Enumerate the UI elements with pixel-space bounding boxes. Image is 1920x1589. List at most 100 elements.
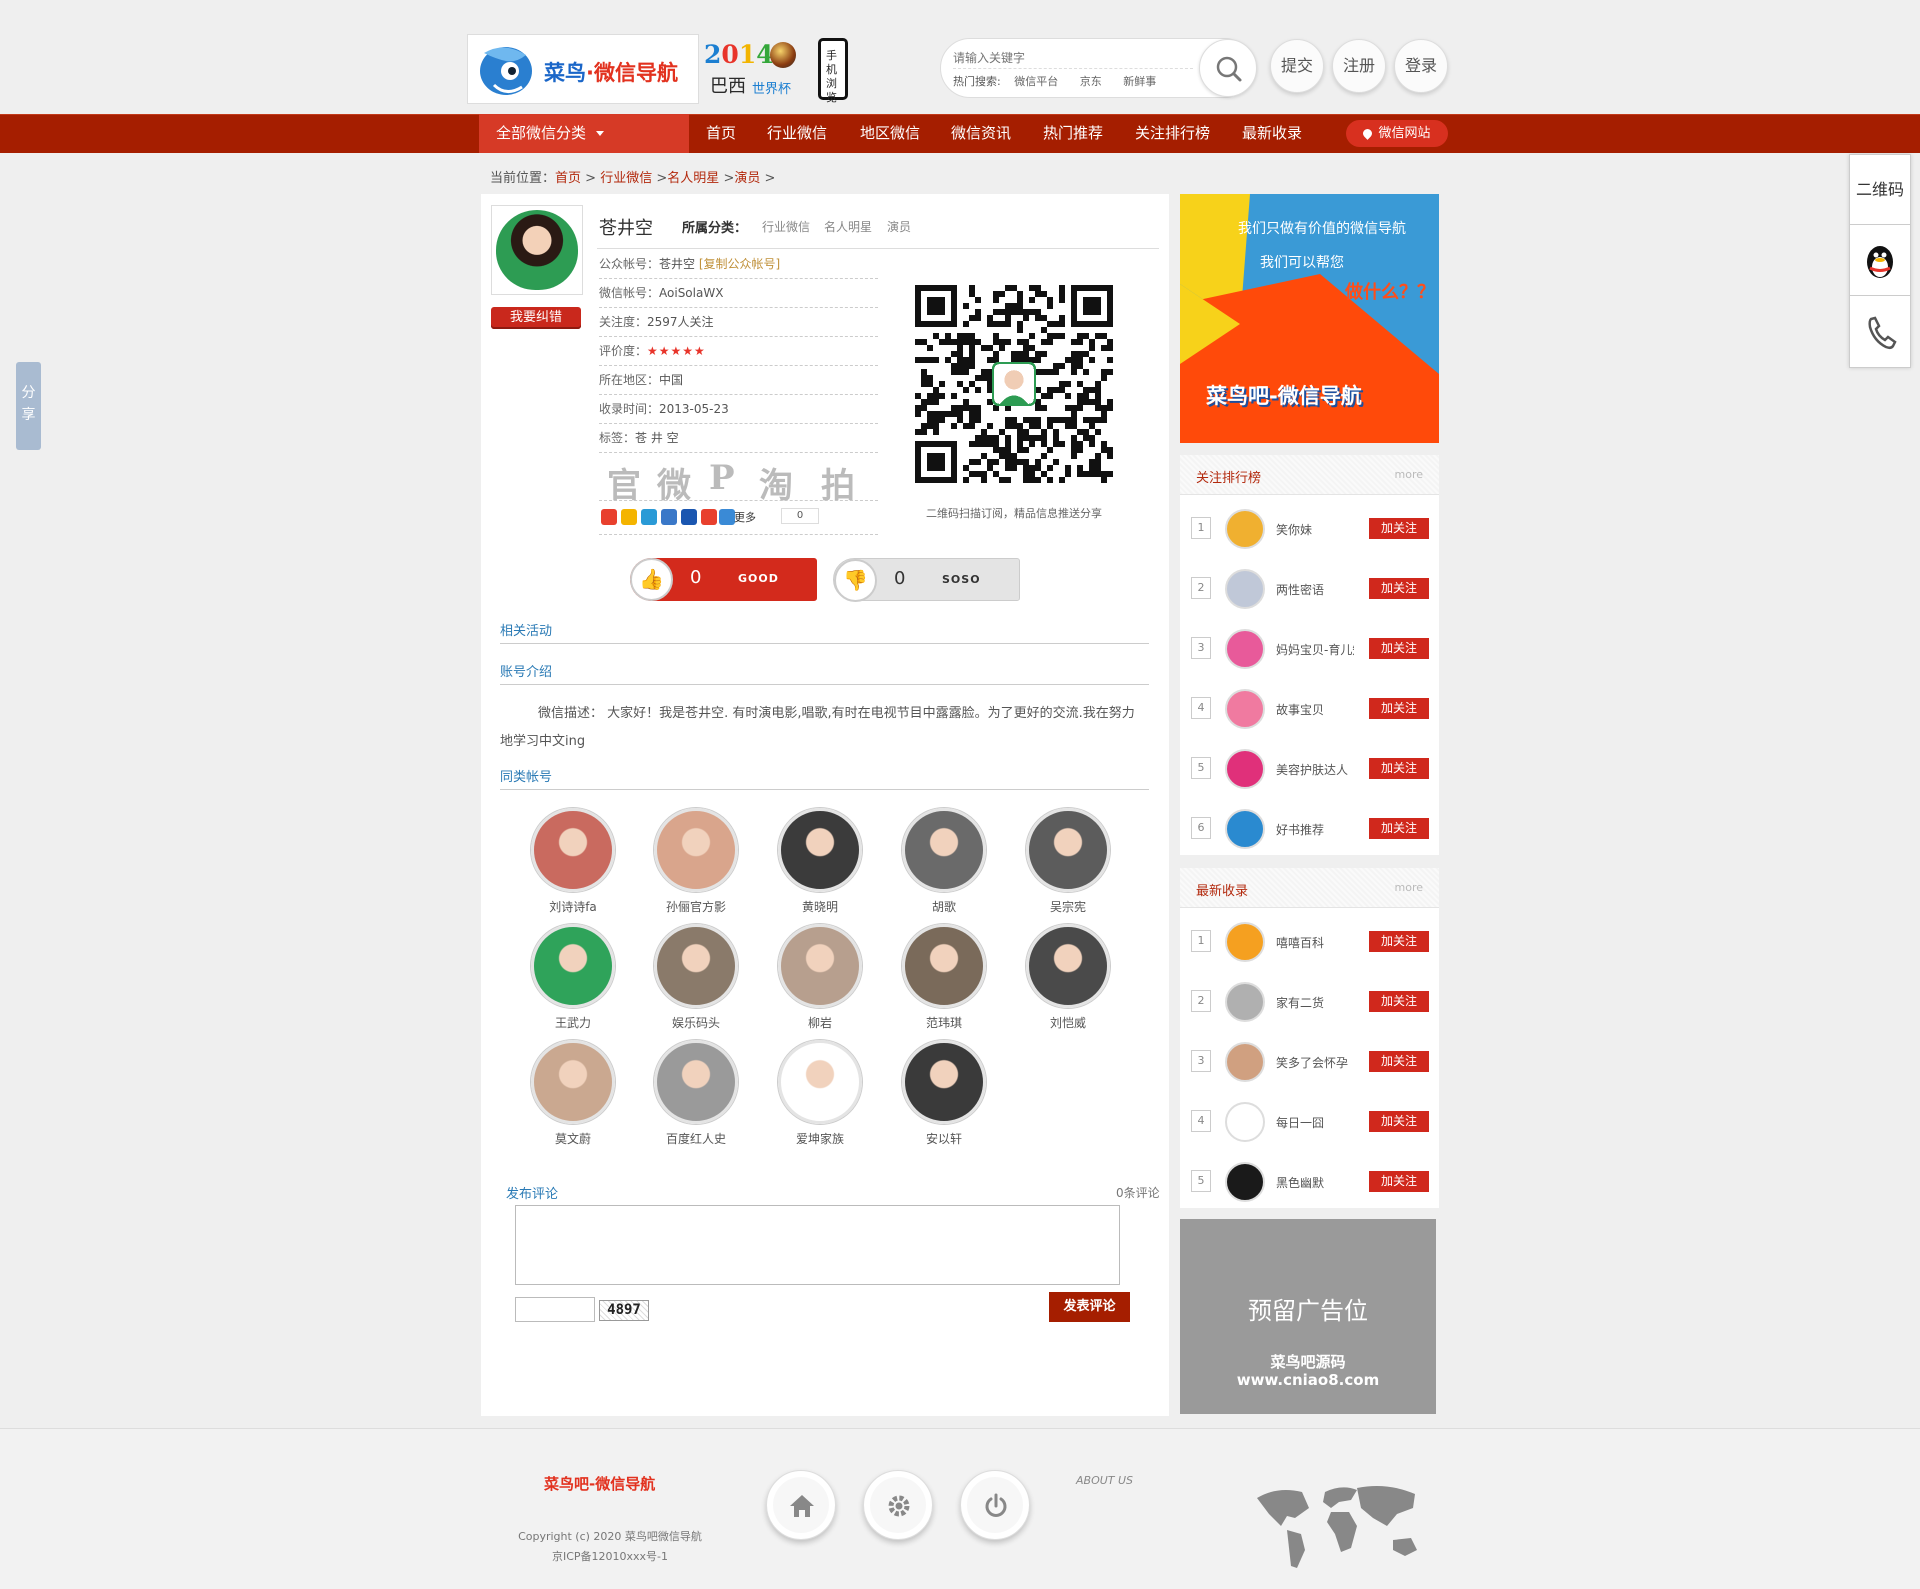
similar-account-item[interactable]: 王武力 bbox=[523, 924, 623, 1031]
good-vote-button[interactable]: 👍 0 GOOD bbox=[630, 558, 817, 601]
copy-account-link[interactable]: [复制公众帐号] bbox=[699, 257, 780, 271]
paipai-icon[interactable]: P bbox=[709, 458, 735, 498]
promo-banner[interactable]: 我们只做有价值的微信导航 我们可以帮您 做什么？？ 菜鸟吧-微信导航 bbox=[1180, 194, 1439, 443]
account-name-small[interactable]: 笑多了会怀孕 bbox=[1276, 1054, 1354, 1071]
follow-button[interactable]: 加关注 bbox=[1369, 1051, 1429, 1072]
similar-account-item[interactable]: 安以轩 bbox=[894, 1040, 994, 1147]
similar-account-item[interactable]: 胡歌 bbox=[894, 808, 994, 915]
nav-item-news[interactable]: 微信资讯 bbox=[951, 114, 1011, 153]
similar-account-item[interactable]: 刘诗诗fa bbox=[523, 808, 623, 915]
site-logo[interactable]: 菜鸟·微信导航 bbox=[467, 34, 699, 104]
more-share-label[interactable]: 更多 bbox=[734, 509, 756, 525]
qr-tab[interactable]: 二维码 bbox=[1850, 155, 1910, 225]
qq-share-icon[interactable] bbox=[701, 509, 717, 525]
similar-account-item[interactable]: 范玮琪 bbox=[894, 924, 994, 1031]
similar-account-item[interactable]: 娱乐码头 bbox=[646, 924, 746, 1031]
similar-account-item[interactable]: 爱坤家族 bbox=[770, 1040, 870, 1147]
ranking-row[interactable]: 4 故事宝贝 加关注 bbox=[1180, 679, 1439, 739]
ranking-more-link[interactable]: more bbox=[1395, 468, 1424, 481]
footer-home-button[interactable] bbox=[766, 1470, 836, 1540]
search-input[interactable] bbox=[953, 47, 1193, 69]
similar-account-item[interactable]: 黄晓明 bbox=[770, 808, 870, 915]
category-link[interactable]: 演员 bbox=[887, 218, 911, 235]
account-name-small[interactable]: 妈妈宝贝-育儿知识 bbox=[1276, 641, 1354, 658]
similar-account-item[interactable]: 百度红人史 bbox=[646, 1040, 746, 1147]
account-name-small[interactable]: 好书推荐 bbox=[1276, 821, 1354, 838]
hot-link[interactable]: 新鲜事 bbox=[1123, 75, 1156, 88]
follow-button[interactable]: 加关注 bbox=[1369, 818, 1429, 839]
captcha-input[interactable] bbox=[515, 1297, 595, 1322]
nav-item-latest[interactable]: 最新收录 bbox=[1242, 114, 1302, 153]
account-name-small[interactable]: 嘻嘻百科 bbox=[1276, 934, 1354, 951]
more-share-icon[interactable] bbox=[719, 509, 735, 525]
nav-item-industry[interactable]: 行业微信 bbox=[767, 114, 827, 153]
account-name-small[interactable]: 每日一囧 bbox=[1276, 1114, 1354, 1131]
breadcrumb-link[interactable]: 名人明星 bbox=[667, 171, 719, 186]
follow-button[interactable]: 加关注 bbox=[1369, 758, 1429, 779]
latest-row[interactable]: 3 笑多了会怀孕 加关注 bbox=[1180, 1032, 1439, 1092]
latest-row[interactable]: 4 每日一囧 加关注 bbox=[1180, 1092, 1439, 1152]
similar-account-item[interactable]: 刘恺威 bbox=[1018, 924, 1118, 1031]
hot-link[interactable]: 微信平台 bbox=[1014, 75, 1058, 88]
ranking-row[interactable]: 5 美容护肤达人 加关注 bbox=[1180, 739, 1439, 799]
hot-link[interactable]: 京东 bbox=[1080, 75, 1102, 88]
comment-textarea[interactable] bbox=[515, 1205, 1120, 1285]
follow-button[interactable]: 加关注 bbox=[1369, 1171, 1429, 1192]
wx-site-button[interactable]: 微信网站 bbox=[1346, 120, 1448, 147]
weibo-icon[interactable]: 微 bbox=[657, 458, 691, 507]
soso-vote-button[interactable]: 👎 0 SOSO bbox=[833, 558, 1020, 602]
follow-button[interactable]: 加关注 bbox=[1369, 578, 1429, 599]
follow-button[interactable]: 加关注 bbox=[1369, 991, 1429, 1012]
nav-item-home[interactable]: 首页 bbox=[706, 114, 736, 153]
footer-power-button[interactable] bbox=[960, 1470, 1030, 1540]
breadcrumb-link[interactable]: 演员 bbox=[734, 171, 760, 186]
account-name-small[interactable]: 笑你妹 bbox=[1276, 521, 1354, 538]
register-button[interactable]: 注册 bbox=[1332, 39, 1386, 93]
captcha-image[interactable]: 4897 bbox=[599, 1300, 649, 1321]
report-error-button[interactable]: 我要纠错 bbox=[491, 307, 581, 329]
ranking-row[interactable]: 2 两性密语 加关注 bbox=[1180, 559, 1439, 619]
account-name-small[interactable]: 黑色幽默 bbox=[1276, 1174, 1354, 1191]
latest-row[interactable]: 2 家有二货 加关注 bbox=[1180, 972, 1439, 1032]
official-site-icon[interactable]: 官 bbox=[607, 458, 641, 507]
footer-logo[interactable]: 菜鸟吧-微信导航 bbox=[544, 1473, 655, 1494]
breadcrumb-link[interactable]: 行业微信 bbox=[600, 171, 652, 186]
search-button[interactable] bbox=[1199, 39, 1257, 97]
submit-site-button[interactable]: 提交 bbox=[1270, 39, 1324, 93]
nav-item-region[interactable]: 地区微信 bbox=[860, 114, 920, 153]
ranking-row[interactable]: 1 笑你妹 加关注 bbox=[1180, 499, 1439, 559]
follow-button[interactable]: 加关注 bbox=[1369, 1111, 1429, 1132]
account-name-small[interactable]: 两性密语 bbox=[1276, 581, 1354, 598]
latest-more-link[interactable]: more bbox=[1395, 881, 1424, 894]
similar-account-item[interactable]: 莫文蔚 bbox=[523, 1040, 623, 1147]
auction-icon[interactable]: 拍 bbox=[821, 458, 855, 507]
similar-account-item[interactable]: 吴宗宪 bbox=[1018, 808, 1118, 915]
nav-item-ranking[interactable]: 关注排行榜 bbox=[1135, 114, 1210, 153]
latest-row[interactable]: 1 嘻嘻百科 加关注 bbox=[1180, 912, 1439, 972]
similar-account-item[interactable]: 孙俪官方影 bbox=[646, 808, 746, 915]
submit-comment-button[interactable]: 发表评论 bbox=[1049, 1292, 1130, 1322]
all-categories-dropdown[interactable]: 全部微信分类 bbox=[479, 114, 689, 153]
latest-row[interactable]: 5 黑色幽默 加关注 bbox=[1180, 1152, 1439, 1212]
category-link[interactable]: 名人明星 bbox=[824, 218, 872, 235]
share-tab[interactable]: 分享 bbox=[16, 362, 41, 450]
ranking-row[interactable]: 6 好书推荐 加关注 bbox=[1180, 799, 1439, 859]
category-link[interactable]: 行业微信 bbox=[762, 218, 810, 235]
similar-account-item[interactable]: 柳岩 bbox=[770, 924, 870, 1031]
renren-share-icon[interactable] bbox=[681, 509, 697, 525]
mobile-browse-link[interactable]: 手机浏览 bbox=[818, 38, 848, 104]
follow-button[interactable]: 加关注 bbox=[1369, 518, 1429, 539]
nav-item-hot[interactable]: 热门推荐 bbox=[1043, 114, 1103, 153]
about-us-link[interactable]: ABOUT US bbox=[1076, 1474, 1133, 1487]
ranking-row[interactable]: 3 妈妈宝贝-育儿知识加关注 bbox=[1180, 619, 1439, 679]
account-name-small[interactable]: 美容护肤达人 bbox=[1276, 761, 1354, 778]
ad-placeholder[interactable]: 预留广告位 菜鸟吧源码 www.cniao8.com bbox=[1180, 1219, 1436, 1414]
tencent-share-icon[interactable] bbox=[641, 509, 657, 525]
qq-contact-button[interactable] bbox=[1850, 226, 1910, 296]
follow-button[interactable]: 加关注 bbox=[1369, 698, 1429, 719]
footer-settings-button[interactable] bbox=[863, 1470, 933, 1540]
kaixin-share-icon[interactable] bbox=[661, 509, 677, 525]
phone-contact-button[interactable] bbox=[1850, 297, 1910, 367]
follow-button[interactable]: 加关注 bbox=[1369, 931, 1429, 952]
breadcrumb-link[interactable]: 首页 bbox=[555, 171, 581, 186]
